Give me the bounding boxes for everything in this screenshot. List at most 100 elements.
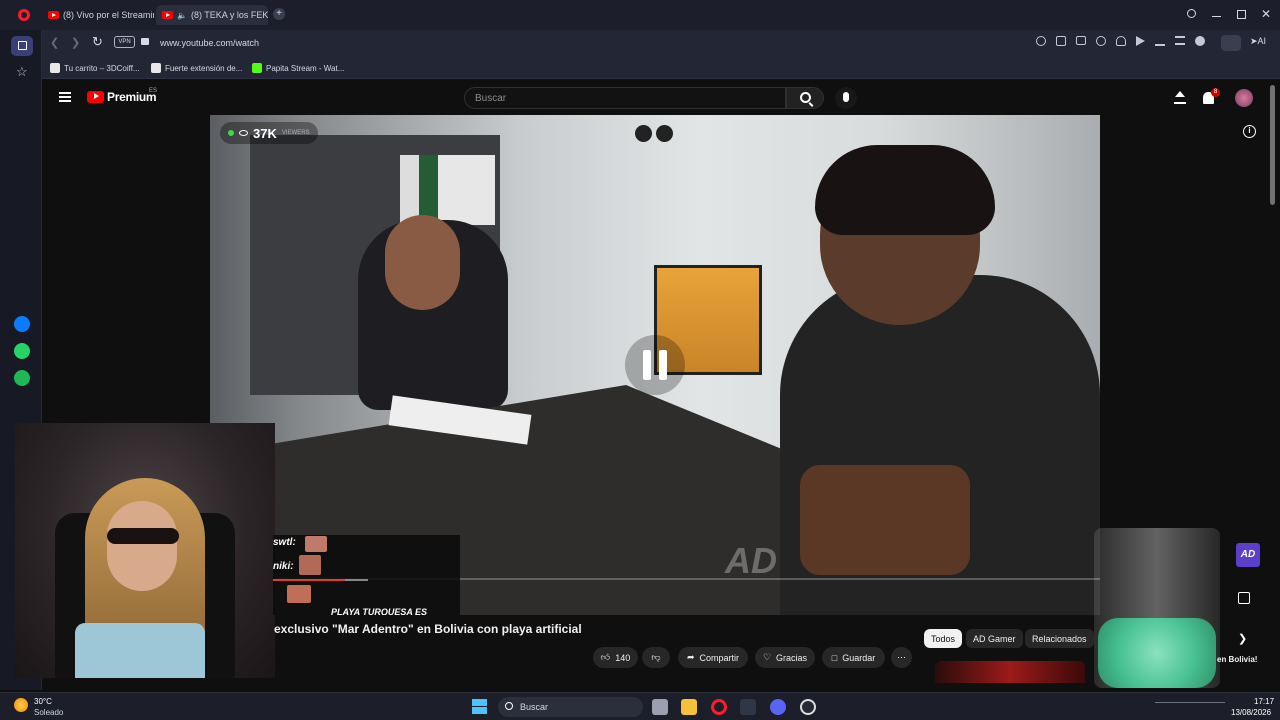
sticker-overlay bbox=[1098, 618, 1216, 688]
microphone-icon bbox=[843, 92, 849, 102]
heart-icon[interactable] bbox=[1116, 36, 1126, 46]
camera-switch-button[interactable] bbox=[656, 125, 673, 142]
video-woman-head bbox=[385, 215, 460, 310]
task-view-icon[interactable] bbox=[652, 699, 668, 715]
reload-button[interactable]: ↻ bbox=[92, 34, 103, 50]
webcam-top bbox=[75, 623, 205, 678]
weather-icon[interactable] bbox=[14, 698, 28, 712]
tab-label: (8) TEKA y los FEKAS … bbox=[190, 10, 268, 20]
share-button[interactable]: ➦ Compartir bbox=[678, 647, 748, 668]
zoom-icon[interactable] bbox=[1036, 36, 1046, 46]
bookmark-label: Fuerte extensión de... bbox=[165, 63, 243, 73]
discord-icon[interactable] bbox=[770, 699, 786, 715]
extensions-icon[interactable] bbox=[1221, 35, 1241, 51]
avatar[interactable] bbox=[1235, 89, 1253, 107]
live-dot-icon bbox=[228, 130, 234, 136]
chat-message: PLAYA TURQUESA ES bbox=[331, 607, 428, 615]
toolbar-icons bbox=[1036, 36, 1205, 46]
tray-icons[interactable] bbox=[1155, 702, 1225, 712]
webcam-face bbox=[107, 501, 177, 591]
region-code: ES bbox=[149, 88, 158, 94]
obs-icon[interactable] bbox=[800, 699, 816, 715]
youtube-favicon-icon bbox=[48, 11, 59, 19]
forward-button[interactable]: ❯ bbox=[71, 36, 80, 49]
profile-icon[interactable] bbox=[1195, 36, 1205, 46]
whatsapp-icon[interactable] bbox=[14, 343, 30, 359]
back-button[interactable]: ❮ bbox=[50, 36, 59, 49]
new-tab-button[interactable]: + bbox=[273, 8, 285, 20]
file-explorer-icon[interactable] bbox=[681, 699, 697, 715]
dislike-button[interactable]: 👎︎ bbox=[642, 647, 670, 668]
opera-taskbar-icon[interactable] bbox=[711, 699, 727, 715]
opera-logo-icon[interactable] bbox=[18, 9, 30, 21]
tab-streaming[interactable]: (8) Vivo por el Streaming bbox=[42, 5, 154, 25]
miniplayer-button[interactable] bbox=[635, 125, 652, 142]
bookmark-label: Tu carrito – 3DCoiff... bbox=[64, 63, 140, 73]
thanks-label: Gracias bbox=[776, 652, 808, 663]
camera-icon[interactable] bbox=[1076, 36, 1086, 45]
save-label: Guardar bbox=[842, 652, 876, 663]
ai-label: AI bbox=[1257, 36, 1267, 46]
ai-button[interactable]: ➤AI bbox=[1250, 36, 1266, 47]
eye-icon bbox=[239, 130, 248, 136]
bookmark-item[interactable]: Fuerte extensión de... bbox=[151, 60, 242, 76]
star-icon[interactable]: ☆ bbox=[16, 64, 28, 80]
messenger-icon[interactable] bbox=[14, 316, 30, 332]
tab-search-icon[interactable] bbox=[1187, 9, 1196, 18]
share-icon: ➦ bbox=[686, 652, 695, 662]
clock-date[interactable]: 13/08/2026 bbox=[1231, 708, 1271, 717]
chip-ad-gamer[interactable]: AD Gamer bbox=[966, 629, 1023, 648]
chips-next-icon[interactable]: ❯ bbox=[1238, 632, 1247, 645]
chat-slider-fill bbox=[273, 579, 345, 581]
scrollbar[interactable] bbox=[1270, 85, 1275, 205]
viewers-badge: 37K VIEWERS bbox=[220, 122, 318, 144]
share-label: Compartir bbox=[699, 652, 740, 663]
youtube-play-triangle bbox=[94, 93, 99, 99]
taskbar-search[interactable]: Buscar bbox=[498, 697, 643, 717]
clock-time[interactable]: 17:17 bbox=[1254, 697, 1274, 706]
thanks-icon: ♡ bbox=[762, 652, 772, 662]
app-taskbar-icon[interactable] bbox=[740, 699, 756, 715]
maximize-button[interactable] bbox=[1237, 10, 1246, 19]
tab-label: (8) Vivo por el Streaming bbox=[63, 10, 154, 20]
spotify-icon[interactable] bbox=[14, 370, 30, 386]
weather-temp[interactable]: 30°C bbox=[34, 697, 52, 706]
channel-logo-badge[interactable]: AD bbox=[1236, 543, 1260, 567]
youtube-favicon-icon bbox=[162, 11, 173, 19]
fullscreen-icon[interactable] bbox=[1238, 592, 1250, 604]
viewers-label: VIEWERS bbox=[281, 130, 310, 136]
bookmark-icon: □ bbox=[831, 652, 838, 663]
shield-icon[interactable] bbox=[1096, 36, 1106, 46]
chat-emote bbox=[305, 536, 327, 552]
info-icon[interactable]: i bbox=[1243, 125, 1256, 138]
edit-icon[interactable] bbox=[1056, 36, 1066, 46]
like-button[interactable]: 👍︎ 140 bbox=[593, 647, 638, 668]
lock-icon[interactable] bbox=[141, 38, 149, 45]
chat-user: niki: bbox=[273, 561, 294, 572]
bookmark-item[interactable]: Tu carrito – 3DCoiff... bbox=[50, 60, 140, 76]
start-icon[interactable] bbox=[472, 699, 487, 714]
play-icon[interactable] bbox=[1136, 36, 1145, 46]
tab-teka[interactable]: 🔈 (8) TEKA y los FEKAS … bbox=[156, 5, 268, 25]
menu-icon[interactable] bbox=[1175, 36, 1185, 45]
chip-todos[interactable]: Todos bbox=[924, 629, 963, 648]
address-field[interactable]: www.youtube.com/watch bbox=[154, 33, 1024, 53]
download-icon[interactable] bbox=[1155, 36, 1165, 46]
minimize-button[interactable] bbox=[1212, 16, 1221, 17]
related-thumbnail[interactable] bbox=[935, 661, 1085, 683]
thanks-button[interactable]: ♡ Gracias bbox=[755, 647, 815, 668]
save-button[interactable]: □ Guardar bbox=[822, 647, 885, 668]
more-actions-button[interactable]: ⋯ bbox=[891, 647, 912, 668]
vpn-badge[interactable]: VPN bbox=[114, 36, 135, 48]
chat-emote bbox=[299, 555, 321, 575]
pause-icon[interactable] bbox=[625, 335, 685, 395]
bookmark-item[interactable]: Papita Stream - Wat... bbox=[252, 60, 344, 76]
search-input[interactable]: Buscar bbox=[464, 87, 786, 109]
watermark-logo: AD bbox=[725, 540, 777, 581]
webcam-sunglasses bbox=[107, 528, 179, 544]
close-window-button[interactable]: ✕ bbox=[1261, 7, 1271, 21]
weather-desc: Soleado bbox=[34, 708, 64, 717]
chip-relacionados[interactable]: Relacionados bbox=[1025, 629, 1094, 648]
pause-bar-left bbox=[643, 350, 651, 380]
bookmark-favicon-icon bbox=[151, 63, 161, 73]
